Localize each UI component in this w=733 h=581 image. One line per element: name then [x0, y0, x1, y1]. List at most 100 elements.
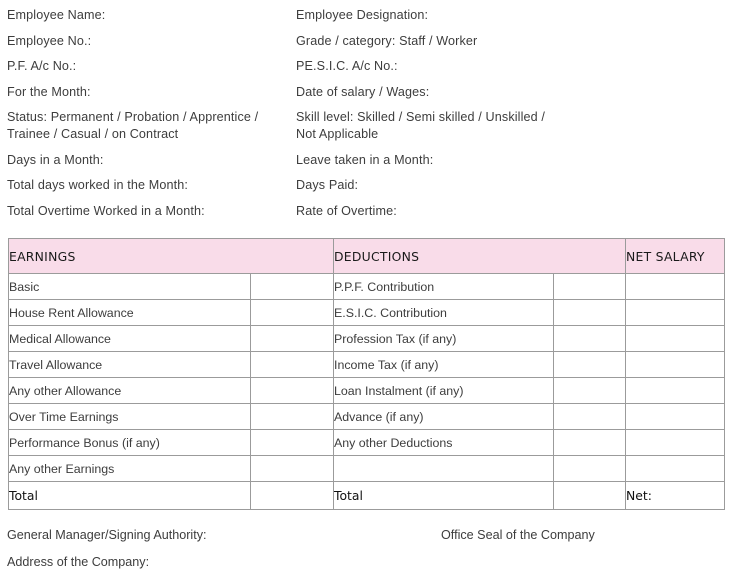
- label-pf-account-no: P.F. A/c No.:: [7, 59, 77, 73]
- table-row: Medical Allowance Profession Tax (if any…: [8, 325, 726, 352]
- earnings-amount[interactable]: [250, 351, 334, 378]
- net-salary-amount[interactable]: [625, 429, 726, 456]
- column-header-deductions: DEDUCTIONS: [332, 238, 627, 274]
- net-salary-amount[interactable]: [625, 325, 726, 352]
- deductions-amount[interactable]: [552, 403, 627, 430]
- field-row: P.F. A/c No.: PE.S.I.C. A/c No.:: [0, 58, 733, 75]
- table-row: House Rent Allowance E.S.I.C. Contributi…: [8, 299, 726, 326]
- label-leave-taken: Leave taken in a Month:: [296, 152, 434, 167]
- label-total-overtime-worked: Total Overtime Worked in a Month:: [7, 203, 205, 218]
- net-salary-amount[interactable]: [625, 351, 726, 378]
- field-cell-left: Employee Name:: [0, 7, 296, 24]
- label-date-of-salary: Date of salary / Wages:: [296, 84, 430, 99]
- field-cell-right: Leave taken in a Month:: [296, 152, 733, 169]
- column-header-net-salary: NET SALARY: [625, 238, 726, 274]
- footer-row: General Manager/Signing Authority: Offic…: [0, 527, 733, 544]
- field-cell-left: Status: Permanent / Probation / Apprenti…: [0, 109, 296, 143]
- earnings-amount[interactable]: [250, 455, 334, 482]
- label-esic-account-no: PE.S.I.C. A/c No.:: [296, 59, 398, 73]
- earnings-label: Medical Allowance: [8, 325, 251, 352]
- deductions-amount[interactable]: [552, 299, 627, 326]
- field-row: Total Overtime Worked in a Month: Rate o…: [0, 203, 733, 220]
- field-cell-left: Total days worked in the Month:: [0, 177, 296, 194]
- deductions-amount[interactable]: [552, 455, 627, 482]
- table-row: Basic P.P.F. Contribution: [8, 273, 726, 300]
- table-total-row: Total Total Net:: [8, 481, 726, 510]
- label-employee-designation: Employee Designation:: [296, 8, 429, 22]
- label-for-the-month: For the Month:: [7, 84, 91, 99]
- table-row: Travel Allowance Income Tax (if any): [8, 351, 726, 378]
- earnings-label: Basic: [8, 273, 251, 300]
- field-row: Days in a Month: Leave taken in a Month:: [0, 152, 733, 169]
- total-earnings-amount[interactable]: [250, 481, 334, 510]
- deductions-label: Any other Deductions: [333, 429, 554, 456]
- earnings-amount[interactable]: [250, 403, 334, 430]
- earnings-amount[interactable]: [250, 429, 334, 456]
- deductions-amount[interactable]: [552, 325, 627, 352]
- salary-slip-page: Employee Name: Employee Designation: Emp…: [0, 0, 733, 575]
- earnings-label: Travel Allowance: [8, 351, 251, 378]
- earnings-label: Over Time Earnings: [8, 403, 251, 430]
- table-row: Any other Allowance Loan Instalment (if …: [8, 377, 726, 404]
- earnings-amount[interactable]: [250, 377, 334, 404]
- deductions-label: Loan Instalment (if any): [333, 377, 554, 404]
- earnings-amount[interactable]: [250, 299, 334, 326]
- field-cell-right: Grade / category: Staff / Worker: [296, 33, 733, 50]
- label-days-paid: Days Paid:: [296, 178, 359, 192]
- label-office-seal: Office Seal of the Company: [441, 528, 595, 542]
- table-row: Over Time Earnings Advance (if any): [8, 403, 726, 430]
- field-cell-right: Skill level: Skilled / Semi skilled / Un…: [296, 109, 733, 143]
- table-row: Performance Bonus (if any) Any other Ded…: [8, 429, 726, 456]
- field-row: Employee Name: Employee Designation:: [0, 7, 733, 24]
- net-salary-amount[interactable]: [625, 273, 726, 300]
- total-deductions-amount[interactable]: [552, 481, 627, 510]
- deductions-label: E.S.I.C. Contribution: [333, 299, 554, 326]
- deductions-label: Profession Tax (if any): [333, 325, 554, 352]
- total-earnings-label: Total: [8, 481, 251, 510]
- field-cell-right: Days Paid:: [296, 177, 733, 194]
- table-header-row: EARNINGS DEDUCTIONS NET SALARY: [8, 238, 726, 274]
- deductions-amount[interactable]: [552, 273, 627, 300]
- deductions-label: P.P.F. Contribution: [333, 273, 554, 300]
- deductions-amount[interactable]: [552, 351, 627, 378]
- label-total-days-worked: Total days worked in the Month:: [7, 178, 189, 192]
- deductions-label: Advance (if any): [333, 403, 554, 430]
- label-employee-no: Employee No.:: [7, 33, 92, 48]
- field-row: Total days worked in the Month: Days Pai…: [0, 177, 733, 194]
- label-company-address: Address of the Company:: [7, 555, 150, 569]
- net-salary-amount[interactable]: [625, 403, 726, 430]
- field-cell-right: Employee Designation:: [296, 7, 733, 24]
- salary-table-container: EARNINGS DEDUCTIONS NET SALARY Basic P.P…: [8, 238, 726, 510]
- footer-row: Address of the Company:: [0, 554, 733, 571]
- earnings-label: Performance Bonus (if any): [8, 429, 251, 456]
- deductions-amount[interactable]: [552, 377, 627, 404]
- net-salary-amount[interactable]: [625, 455, 726, 482]
- table-row: Any other Earnings: [8, 455, 726, 482]
- field-cell-right: PE.S.I.C. A/c No.:: [296, 58, 733, 75]
- label-days-in-a-month: Days in a Month:: [7, 152, 104, 167]
- net-salary-amount[interactable]: [625, 299, 726, 326]
- label-skill-level: Skill level: Skilled / Semi skilled / Un…: [296, 110, 546, 141]
- field-cell-left: For the Month:: [0, 84, 296, 101]
- earnings-label: Any other Earnings: [8, 455, 251, 482]
- field-cell-right: Date of salary / Wages:: [296, 84, 733, 101]
- label-signing-authority: General Manager/Signing Authority:: [7, 528, 207, 542]
- field-row: For the Month: Date of salary / Wages:: [0, 84, 733, 101]
- footer-block: General Manager/Signing Authority: Offic…: [0, 527, 733, 581]
- earnings-amount[interactable]: [250, 325, 334, 352]
- salary-table: EARNINGS DEDUCTIONS NET SALARY Basic P.P…: [8, 238, 726, 510]
- field-cell-left: P.F. A/c No.:: [0, 58, 296, 75]
- earnings-label: House Rent Allowance: [8, 299, 251, 326]
- total-deductions-label: Total: [333, 481, 554, 510]
- net-salary-amount[interactable]: [625, 377, 726, 404]
- field-cell-right: Rate of Overtime:: [296, 203, 733, 220]
- label-status: Status: Permanent / Probation / Apprenti…: [7, 110, 259, 141]
- field-row: Employee No.: Grade / category: Staff / …: [0, 33, 733, 50]
- employee-details-block: Employee Name: Employee Designation: Emp…: [0, 0, 733, 228]
- deductions-amount[interactable]: [552, 429, 627, 456]
- label-rate-of-overtime: Rate of Overtime:: [296, 203, 397, 218]
- label-employee-name: Employee Name:: [7, 8, 106, 22]
- label-grade-category: Grade / category: Staff / Worker: [296, 33, 478, 48]
- column-header-earnings: EARNINGS: [8, 238, 334, 274]
- earnings-amount[interactable]: [250, 273, 334, 300]
